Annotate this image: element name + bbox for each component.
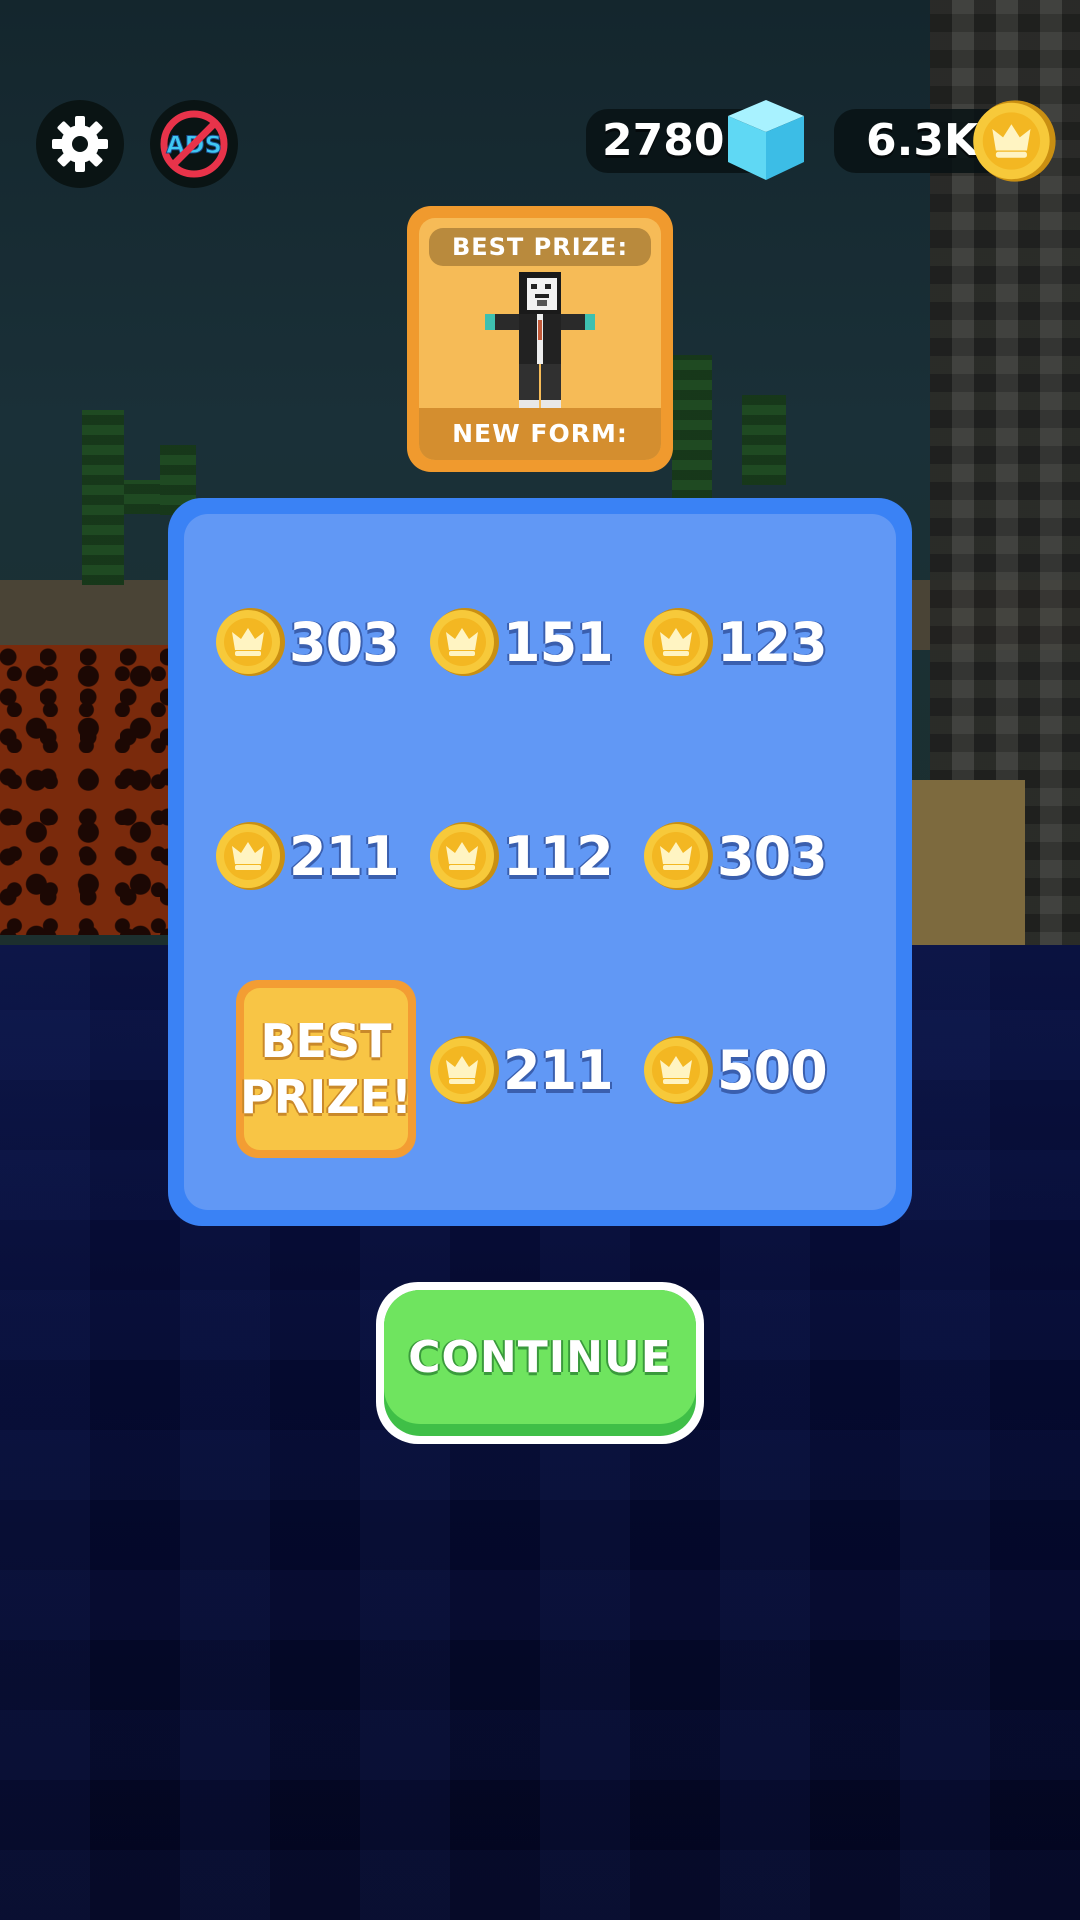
no-ads-button[interactable]: ADS xyxy=(150,100,238,188)
best-prize-tile-line1: BEST xyxy=(260,1014,392,1068)
crown-coin-icon xyxy=(643,820,715,892)
settings-button[interactable] xyxy=(36,100,124,188)
best-prize-card-inner: BEST PRIZE: NEW FORM: xyxy=(419,218,661,460)
crown-coin-icon xyxy=(215,820,287,892)
crown-coin-icon xyxy=(429,820,501,892)
reward-slot[interactable]: 303 xyxy=(215,606,400,678)
reward-slot[interactable]: 151 xyxy=(429,606,614,678)
crown-coin-icon xyxy=(972,98,1058,184)
reward-slot[interactable]: 211 xyxy=(429,1034,614,1106)
crown-coin-icon xyxy=(429,606,501,678)
best-prize-tile[interactable]: BEST PRIZE! xyxy=(236,980,416,1158)
reward-slot[interactable]: 303 xyxy=(643,820,828,892)
reward-value: 303 xyxy=(289,610,400,674)
reward-value: 112 xyxy=(503,824,614,888)
crown-coin-icon xyxy=(643,606,715,678)
reward-slot[interactable]: 500 xyxy=(643,1034,828,1106)
gear-icon xyxy=(52,116,108,172)
game-scene: ADS 2780 6.3K BEST PRIZE: xyxy=(0,0,1080,1920)
best-prize-label: BEST PRIZE: xyxy=(429,228,651,266)
sand-block xyxy=(905,780,1025,950)
reward-slot[interactable]: 112 xyxy=(429,820,614,892)
crown-coin-icon xyxy=(643,1034,715,1106)
reward-value: 303 xyxy=(717,824,828,888)
lava-blocks xyxy=(0,645,175,935)
cactus-left xyxy=(82,410,124,585)
cactus-right xyxy=(742,395,786,485)
cube-icon xyxy=(728,100,804,180)
no-ads-icon: ADS xyxy=(160,110,228,178)
continue-button-face: CONTINUE xyxy=(384,1290,696,1436)
continue-button[interactable]: CONTINUE xyxy=(376,1282,704,1444)
coin-count: 6.3K xyxy=(866,115,979,166)
crown-coin-icon xyxy=(215,606,287,678)
best-prize-card: BEST PRIZE: NEW FORM: xyxy=(407,206,673,472)
reward-value: 211 xyxy=(289,824,400,888)
best-prize-tile-inner: BEST PRIZE! xyxy=(240,988,412,1150)
reward-value: 123 xyxy=(717,610,828,674)
best-prize-tile-line2: PRIZE! xyxy=(240,1070,413,1124)
continue-button-top: CONTINUE xyxy=(384,1290,696,1424)
new-form-label: NEW FORM: xyxy=(419,408,661,460)
cube-count: 2780 xyxy=(602,115,725,166)
continue-label: CONTINUE xyxy=(408,1331,672,1383)
crown-coin-icon xyxy=(429,1034,501,1106)
reward-slot[interactable]: 123 xyxy=(643,606,828,678)
reward-value: 151 xyxy=(503,610,614,674)
reward-slot[interactable]: 211 xyxy=(215,820,400,892)
cactus-center xyxy=(672,355,712,500)
hacker-skin-character xyxy=(485,272,595,412)
reward-value: 211 xyxy=(503,1038,614,1102)
reward-value: 500 xyxy=(717,1038,828,1102)
